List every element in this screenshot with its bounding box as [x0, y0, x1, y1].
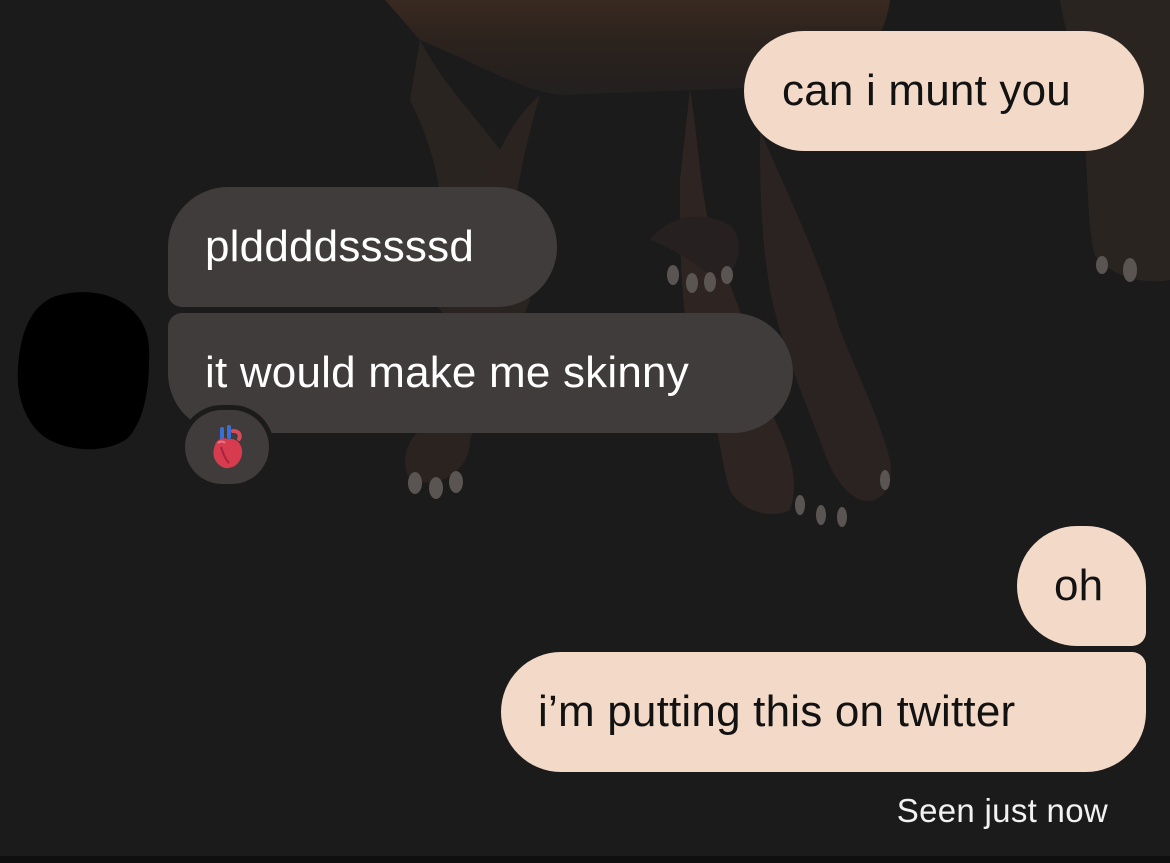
outgoing-message-bubble[interactable]: i’m putting this on twitter — [501, 652, 1146, 772]
message-text: i’m putting this on twitter — [538, 687, 1016, 736]
outgoing-message-bubble[interactable]: oh — [1017, 526, 1146, 646]
message-text: pldddds​ssssd — [205, 222, 474, 271]
composer-edge — [0, 856, 1170, 863]
message-text: oh — [1054, 561, 1104, 610]
seen-status: Seen just now — [896, 792, 1108, 829]
message-text: can i munt you — [782, 66, 1071, 115]
anatomical-heart-icon — [213, 425, 243, 469]
incoming-message-bubble[interactable]: pldddds​ssssd — [168, 187, 557, 307]
reaction-pill — [185, 410, 269, 484]
chat-thread: can i munt you pldddds​ssssd it would ma… — [0, 0, 1170, 863]
outgoing-message-bubble[interactable]: can i munt you — [744, 31, 1144, 151]
contact-avatar[interactable] — [16, 288, 150, 450]
incoming-message-bubble[interactable]: it would make me skinny — [168, 313, 793, 433]
message-reaction[interactable] — [180, 405, 274, 489]
message-text: it would make me skinny — [205, 348, 689, 397]
